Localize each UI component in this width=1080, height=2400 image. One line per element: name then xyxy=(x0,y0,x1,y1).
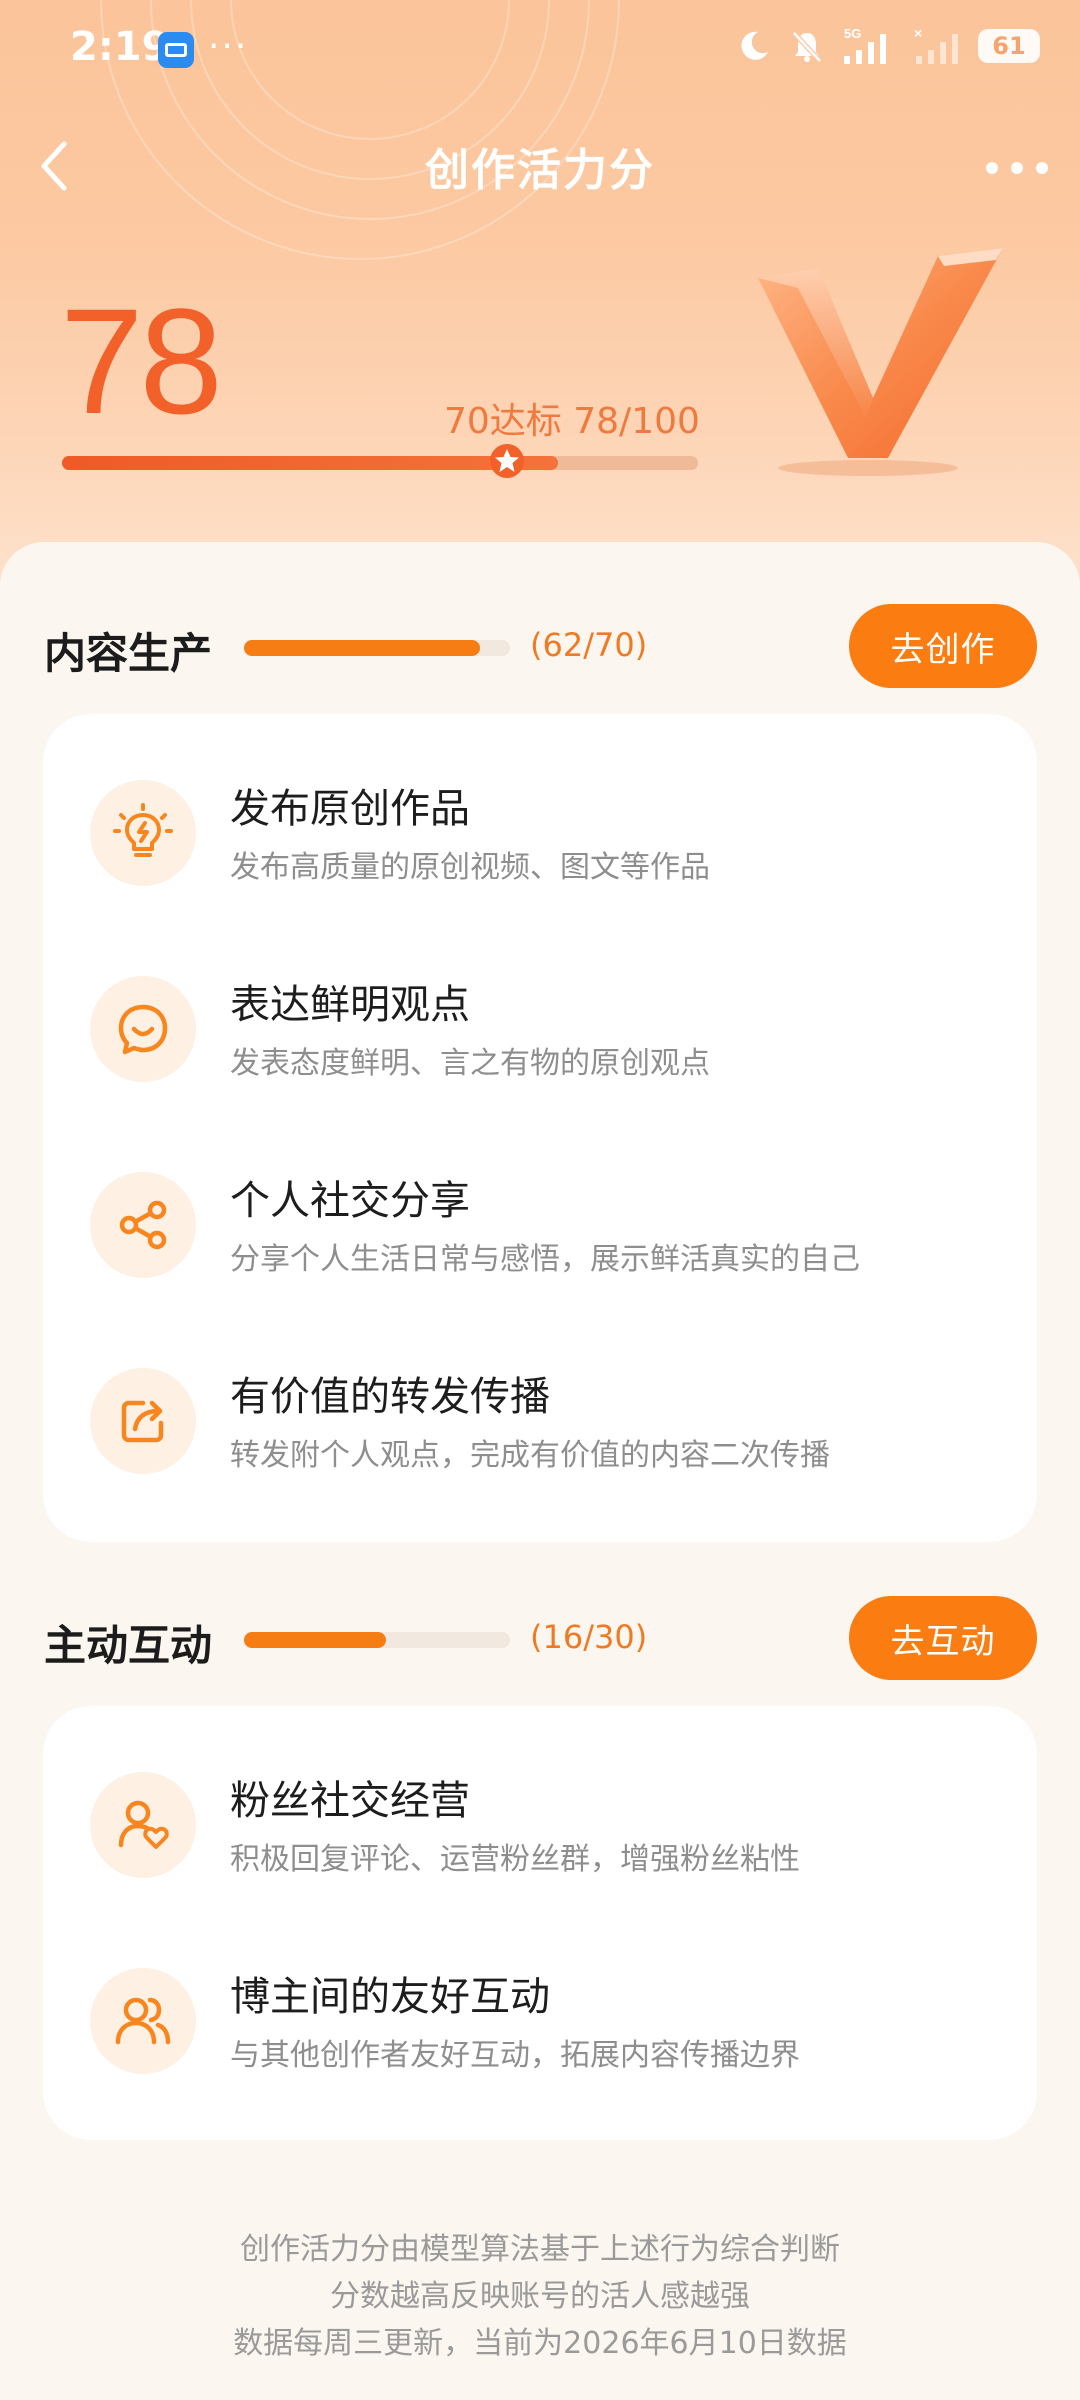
section-progress-fill xyxy=(244,640,480,656)
share-icon xyxy=(90,1172,196,1278)
signal-5g-icon: 5G xyxy=(844,26,886,64)
item-title: 粉丝社交经营 xyxy=(230,1778,470,1824)
item-desc: 发表态度鲜明、言之有物的原创观点 xyxy=(230,1046,710,1081)
notification-app-icon xyxy=(158,32,194,68)
signal-no-service-icon: × xyxy=(914,26,958,64)
section-progress-bar xyxy=(244,640,510,656)
section-title: 内容生产 xyxy=(44,629,213,678)
list-item[interactable]: 有价值的转发传播 转发附个人观点，完成有价值的内容二次传播 xyxy=(43,1302,1037,1498)
item-desc: 与其他创作者友好互动，拓展内容传播边界 xyxy=(230,2038,800,2073)
more-dots-icon[interactable] xyxy=(982,150,1052,186)
users-icon xyxy=(90,1968,196,2074)
section-active-interaction: 主动互动 (16/30) 去互动 xyxy=(0,1594,1080,1684)
page-title: 创作活力分 xyxy=(425,145,655,196)
item-desc: 积极回复评论、运营粉丝群，增强粉丝粘性 xyxy=(230,1842,800,1877)
star-marker-icon xyxy=(490,444,525,478)
v-badge-logo xyxy=(758,248,1003,476)
list-item[interactable]: 博主间的友好互动 与其他创作者友好互动，拓展内容传播边界 xyxy=(43,1902,1037,2098)
section-progress-text: (62/70) xyxy=(530,626,648,664)
bell-off-icon xyxy=(792,31,822,63)
footer-line: 数据每周三更新，当前为2026年6月10日数据 xyxy=(233,2326,847,2361)
list-item[interactable]: 个人社交分享 分享个人生活日常与感悟，展示鲜活真实的自己 xyxy=(43,1106,1037,1302)
user-heart-icon xyxy=(90,1772,196,1878)
item-title: 表达鲜明观点 xyxy=(230,982,470,1028)
item-desc: 分享个人生活日常与感悟，展示鲜活真实的自己 xyxy=(230,1242,860,1277)
section-progress-fill xyxy=(244,1632,386,1648)
item-title: 有价值的转发传播 xyxy=(230,1374,550,1420)
go-interact-button[interactable]: 去互动 xyxy=(849,1596,1037,1680)
footer-note: 创作活力分由模型算法基于上述行为综合判断 分数越高反映账号的活人感越强 数据每周… xyxy=(0,2226,1080,2367)
svg-text:×: × xyxy=(914,26,922,41)
section-progress-bar xyxy=(244,1632,510,1648)
list-item[interactable]: 发布原创作品 发布高质量的原创视频、图文等作品 xyxy=(43,714,1037,910)
item-title: 发布原创作品 xyxy=(230,786,470,832)
section-title: 主动互动 xyxy=(44,1621,213,1670)
moon-icon xyxy=(741,31,768,60)
list-item[interactable]: 粉丝社交经营 积极回复评论、运营粉丝群，增强粉丝粘性 xyxy=(43,1706,1037,1902)
item-title: 个人社交分享 xyxy=(230,1178,470,1224)
item-desc: 发布高质量的原创视频、图文等作品 xyxy=(230,850,710,885)
footer-line: 分数越高反映账号的活人感越强 xyxy=(330,2279,750,2314)
go-create-button[interactable]: 去创作 xyxy=(849,604,1037,688)
list-item[interactable]: 表达鲜明观点 发表态度鲜明、言之有物的原创观点 xyxy=(43,910,1037,1106)
lightbulb-icon xyxy=(90,780,196,886)
section-content-production: 内容生产 (62/70) 去创作 xyxy=(0,602,1080,692)
content-production-card: 发布原创作品 发布高质量的原创视频、图文等作品 表达鲜明观点 发表态度鲜明、言之… xyxy=(43,714,1037,1542)
footer-line: 创作活力分由模型算法基于上述行为综合判断 xyxy=(240,2232,840,2267)
smile-chat-icon xyxy=(90,976,196,1082)
score-threshold-info: 70达标 78/100 xyxy=(444,401,700,442)
forward-icon xyxy=(90,1368,196,1474)
active-interaction-card: 粉丝社交经营 积极回复评论、运营粉丝群，增强粉丝粘性 博主间的友好互动 与其他创… xyxy=(43,1706,1037,2140)
score-progress-fill xyxy=(62,456,559,470)
status-time: 2:19 xyxy=(70,24,170,70)
section-progress-text: (16/30) xyxy=(530,1618,648,1656)
status-more-indicator: ··· xyxy=(208,26,249,67)
battery-indicator: 61 xyxy=(978,29,1040,63)
item-desc: 转发附个人观点，完成有价值的内容二次传播 xyxy=(230,1438,830,1473)
item-title: 博主间的友好互动 xyxy=(230,1974,550,2020)
score-progress-bar xyxy=(62,456,698,470)
status-bar: 2:19 ··· 5G × 61 xyxy=(0,0,1080,100)
svg-text:5G: 5G xyxy=(844,26,861,41)
vitality-score: 78 xyxy=(60,277,223,445)
